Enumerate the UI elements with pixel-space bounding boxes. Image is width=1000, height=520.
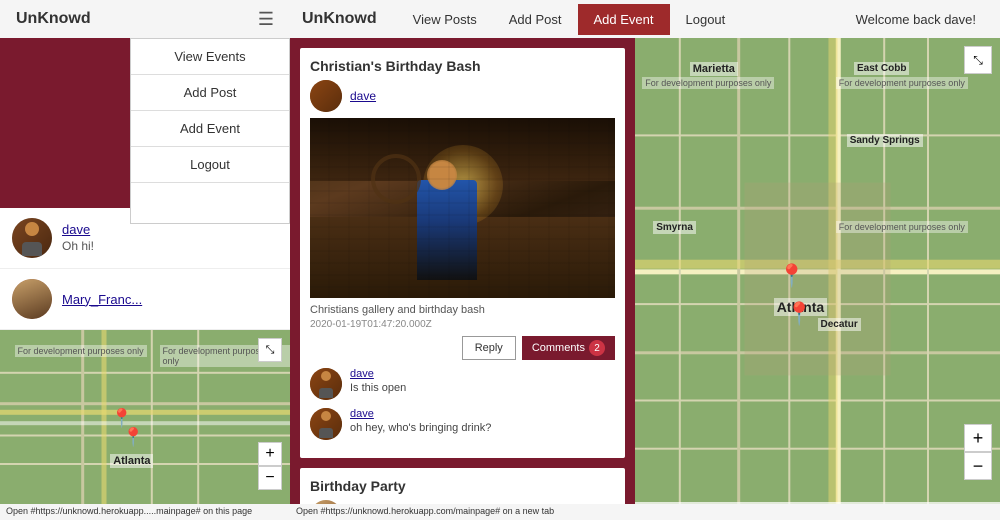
main-content: Christian's Birthday Bash dave xyxy=(290,38,1000,520)
big-map-marietta: Marietta xyxy=(690,62,738,76)
big-map-pin-2: 📍 xyxy=(786,301,813,327)
left-map-pin-2: 📍 xyxy=(122,427,144,448)
comment-body-1: dave Is this open xyxy=(350,368,406,394)
left-map: 📍 📍 Atlanta For development purposes onl… xyxy=(0,330,290,520)
nav-add-event[interactable]: Add Event xyxy=(578,4,670,35)
feed: Christian's Birthday Bash dave xyxy=(290,38,635,520)
comment-avatar-1 xyxy=(310,368,342,400)
dropdown-view-events[interactable]: View Events xyxy=(131,39,289,75)
left-welcome-text: Welcome back dave! xyxy=(131,187,289,223)
big-map-zoom-controls: + − xyxy=(964,424,992,480)
comment-1: dave Is this open xyxy=(310,368,615,400)
comments-button-1[interactable]: Comments 2 xyxy=(522,336,615,360)
left-map-dev-1: For development purposes only xyxy=(15,345,147,357)
left-map-zoom-out[interactable]: − xyxy=(258,466,282,490)
left-map-bg: 📍 📍 Atlanta For development purposes onl… xyxy=(0,330,290,520)
right-brand: UnKnowd xyxy=(302,10,377,28)
comment-text-1: Is this open xyxy=(350,382,406,394)
nav-view-posts[interactable]: View Posts xyxy=(397,4,493,35)
nav-add-post[interactable]: Add Post xyxy=(493,4,578,35)
right-status-bar: Open #https://unknowd.herokuapp.com/main… xyxy=(290,504,1000,520)
left-panel: UnKnowd ☰ View Events Add Post Add Event… xyxy=(0,0,290,520)
left-status-bar: Open #https://unknowd.herokuapp.....main… xyxy=(0,504,290,520)
user-info-dave: dave Oh hi! xyxy=(62,222,94,255)
big-map-dev-1: For development purposes only xyxy=(642,77,774,89)
hamburger-icon[interactable]: ☰ xyxy=(258,9,274,30)
big-map-smyrna: Smyrna xyxy=(653,221,696,234)
post-date-1: 2020-01-19T01:47:20.000Z xyxy=(310,319,615,330)
post-title-2: Birthday Party xyxy=(310,478,615,494)
user-card-mary: Mary_Franc... xyxy=(0,269,290,330)
left-brand: UnKnowd xyxy=(16,10,91,28)
left-map-zoom-controls: + − xyxy=(258,442,282,490)
big-map-svg xyxy=(635,38,1000,520)
top-nav: UnKnowd View Posts Add Post Add Event Lo… xyxy=(290,0,1000,38)
left-header: UnKnowd ☰ xyxy=(0,0,290,38)
left-map-pin-1: 📍 xyxy=(111,408,133,429)
big-map-sandy-springs: Sandy Springs xyxy=(847,134,923,147)
dropdown-menu: View Events Add Post Add Event Logout We… xyxy=(130,38,290,224)
post-actions-1: Reply Comments 2 xyxy=(310,336,615,360)
right-panel: UnKnowd View Posts Add Post Add Event Lo… xyxy=(290,0,1000,520)
nav-logout[interactable]: Logout xyxy=(670,4,742,35)
comment-author-link-1[interactable]: dave xyxy=(350,368,406,380)
user-info-mary: Mary_Franc... xyxy=(62,292,142,307)
comment-author-link-2[interactable]: dave xyxy=(350,408,491,420)
avatar-mary xyxy=(12,279,52,319)
big-map-eastcobb: East Cobb xyxy=(854,62,909,75)
big-map-expand-button[interactable]: ⤡ xyxy=(964,46,992,74)
post-description-1: Christians gallery and birthday bash xyxy=(310,304,615,316)
big-map-dev-2: For development purposes only xyxy=(836,77,968,89)
reply-button-1[interactable]: Reply xyxy=(462,336,516,360)
post-author-avatar-1 xyxy=(310,80,342,112)
user-bio-dave: Oh hi! xyxy=(62,239,94,253)
comments-badge-1: 2 xyxy=(589,340,605,356)
dropdown-add-event[interactable]: Add Event xyxy=(131,111,289,147)
nav-links: View Posts Add Post Add Event Logout xyxy=(397,4,844,35)
right-welcome: Welcome back dave! xyxy=(844,12,988,27)
user-link-dave[interactable]: dave xyxy=(62,222,94,237)
comment-avatar-2 xyxy=(310,408,342,440)
post-author-link-1[interactable]: dave xyxy=(350,89,376,103)
big-map-pin-1: 📍 xyxy=(778,263,805,289)
big-map-dev-3: For development purposes only xyxy=(836,221,968,233)
big-map-zoom-out[interactable]: − xyxy=(964,452,992,480)
user-link-mary[interactable]: Mary_Franc... xyxy=(62,292,142,307)
big-map-zoom-in[interactable]: + xyxy=(964,424,992,452)
big-map: Atlanta For development purposes only Fo… xyxy=(635,38,1000,520)
post-title-1: Christian's Birthday Bash xyxy=(310,58,615,74)
post-header-1: dave xyxy=(310,80,615,112)
left-map-zoom-in[interactable]: + xyxy=(258,442,282,466)
comment-text-2: oh hey, who's bringing drink? xyxy=(350,422,491,434)
comments-label-1: Comments xyxy=(532,342,585,354)
big-map-decatur: Decatur xyxy=(818,318,861,331)
comment-body-2: dave oh hey, who's bringing drink? xyxy=(350,408,491,434)
dropdown-logout[interactable]: Logout xyxy=(131,147,289,183)
comment-2: dave oh hey, who's bringing drink? xyxy=(310,408,615,440)
avatar-dave xyxy=(12,218,52,258)
post-card-1: Christian's Birthday Bash dave xyxy=(300,48,625,458)
left-map-expand-button[interactable]: ⤡ xyxy=(258,338,282,362)
dropdown-add-post[interactable]: Add Post xyxy=(131,75,289,111)
left-map-city: Atlanta xyxy=(110,454,153,468)
post-image-1 xyxy=(310,118,615,298)
